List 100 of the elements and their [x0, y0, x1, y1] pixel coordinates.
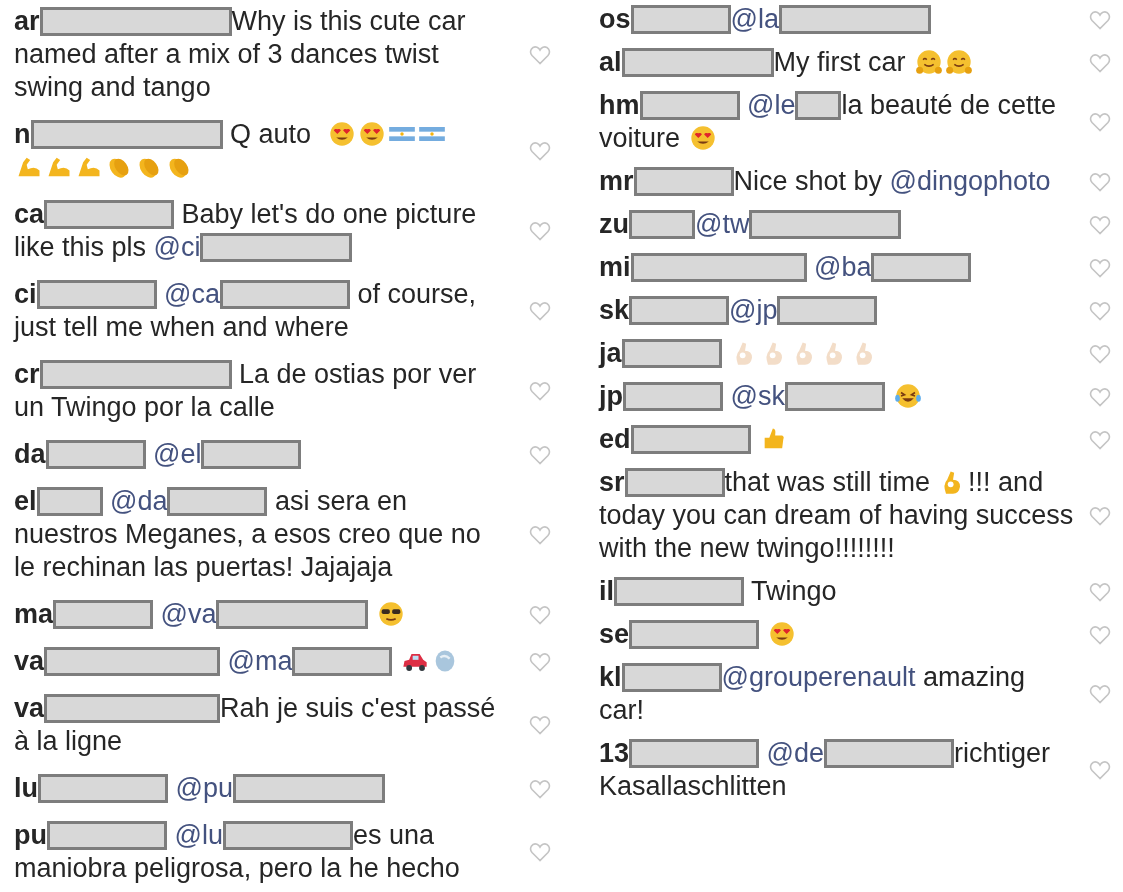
username-link[interactable]: hm [599, 90, 640, 120]
like-button[interactable] [1089, 624, 1111, 645]
like-button[interactable] [1089, 52, 1111, 73]
username-link[interactable]: el [14, 486, 37, 516]
heart-icon [1089, 52, 1111, 73]
mention-link[interactable]: @dingophoto [889, 166, 1051, 196]
mention-link[interactable]: @va [153, 599, 217, 629]
mention-link[interactable]: @tw [695, 209, 750, 239]
like-button[interactable] [1089, 214, 1111, 235]
heart-icon [1089, 300, 1111, 321]
heart-eyes-face-icon [357, 120, 386, 148]
comment-text: n Q auto [14, 118, 529, 184]
like-button[interactable] [1089, 300, 1111, 321]
comment-text: hm @le la beauté de cette voiture [599, 89, 1058, 155]
heart-icon [1089, 257, 1111, 278]
username-link[interactable]: sr [599, 467, 625, 497]
like-button[interactable] [1089, 343, 1111, 364]
mention-link[interactable]: @da [102, 486, 168, 516]
username-link[interactable]: lu [14, 773, 38, 803]
username-link[interactable]: sk [599, 295, 630, 325]
heart-icon [1089, 214, 1111, 235]
username-link[interactable]: jp [599, 381, 623, 411]
like-button[interactable] [529, 842, 551, 862]
like-button[interactable] [529, 141, 551, 161]
comment-text: mr Nice shot by @dingophoto [599, 165, 1052, 198]
mention-link[interactable]: @pu [168, 773, 233, 803]
username-link[interactable]: va [14, 646, 45, 676]
heart-icon [1089, 386, 1111, 407]
comment-text: ca Baby let's do one picture like this pls @ci [14, 198, 478, 264]
username-link[interactable]: al [599, 47, 622, 77]
heart-icon [529, 842, 551, 862]
like-button[interactable] [529, 221, 551, 241]
username-link[interactable]: cr [14, 359, 40, 389]
mention-link[interactable]: @lu [167, 820, 223, 850]
mention-link[interactable]: @grouperenault [721, 662, 916, 692]
like-button[interactable] [529, 444, 551, 465]
username-link[interactable]: os [599, 4, 631, 34]
username-link[interactable]: va [14, 693, 45, 723]
mention-link[interactable]: @el [145, 439, 202, 469]
heart-icon [1089, 505, 1111, 526]
comment-text: va Rah je suis c'est passé à la ligne [14, 692, 497, 758]
smiling-face-icon [914, 48, 943, 76]
username-link[interactable]: da [14, 439, 46, 469]
mention-link[interactable]: @sk [723, 381, 785, 411]
like-button[interactable] [1089, 386, 1111, 407]
heart-icon [529, 301, 551, 321]
like-button[interactable] [529, 715, 551, 735]
like-button[interactable] [1089, 171, 1111, 192]
heart-icon [1089, 429, 1111, 450]
mention-link[interactable]: @jp [729, 295, 778, 325]
like-button[interactable] [1089, 760, 1111, 780]
username-link[interactable]: mr [599, 166, 634, 196]
like-button[interactable] [1089, 112, 1111, 132]
like-button[interactable] [1089, 505, 1111, 526]
username-link[interactable]: il [599, 576, 614, 606]
smiling-face-icon [944, 48, 973, 76]
mention-link[interactable]: @de [759, 738, 824, 768]
heart-icon [1089, 112, 1111, 132]
comment-text: pu @lu es una maniobra peligrosa, pero la he hecho [14, 819, 461, 885]
mention-link[interactable]: @ca [156, 279, 220, 309]
username-link[interactable]: ja [599, 338, 622, 368]
like-button[interactable] [529, 604, 551, 625]
like-button[interactable] [1089, 429, 1111, 450]
like-button[interactable] [1089, 581, 1111, 602]
comment-text: cr La de ostias por ver un Twingo por la calle [14, 358, 478, 424]
comment-text: kl @grouperenault amazing car! [599, 661, 1027, 727]
like-button[interactable] [529, 524, 551, 545]
like-button[interactable] [529, 301, 551, 321]
username-link[interactable]: n [14, 119, 31, 149]
laughing-face-icon [893, 382, 922, 410]
mention-link[interactable]: @ba [806, 252, 872, 282]
mention-link[interactable]: @ma [220, 646, 293, 676]
like-button[interactable] [1089, 257, 1111, 278]
heart-eyes-face-icon [689, 124, 718, 152]
like-button[interactable] [529, 651, 551, 672]
username-link[interactable]: zu [599, 209, 629, 239]
like-button[interactable] [529, 44, 551, 65]
sunglasses-face-icon [377, 600, 406, 628]
username-link[interactable]: ca [14, 199, 45, 229]
like-button[interactable] [1089, 9, 1111, 30]
heart-eyes-face-icon [768, 620, 797, 648]
mention-link[interactable]: @ci [153, 232, 201, 262]
username-link[interactable]: se [599, 619, 630, 649]
username-link[interactable]: ci [14, 279, 37, 309]
heart-icon [1089, 343, 1111, 364]
heart-icon [529, 221, 551, 241]
heart-icon [529, 141, 551, 161]
username-link[interactable]: 13 [599, 738, 630, 768]
mention-link[interactable]: @la [730, 4, 779, 34]
username-link[interactable]: kl [599, 662, 622, 692]
username-link[interactable]: ma [14, 599, 54, 629]
mention-link[interactable]: @le [739, 90, 796, 120]
like-button[interactable] [1089, 684, 1111, 704]
username-link[interactable]: ar [14, 6, 40, 36]
like-button[interactable] [529, 381, 551, 401]
like-button[interactable] [529, 778, 551, 799]
comment-text: 13 @de richtiger Kasallaschlitten [599, 737, 1052, 803]
username-link[interactable]: pu [14, 820, 47, 850]
username-link[interactable]: ed [599, 424, 631, 454]
username-link[interactable]: mi [599, 252, 631, 282]
